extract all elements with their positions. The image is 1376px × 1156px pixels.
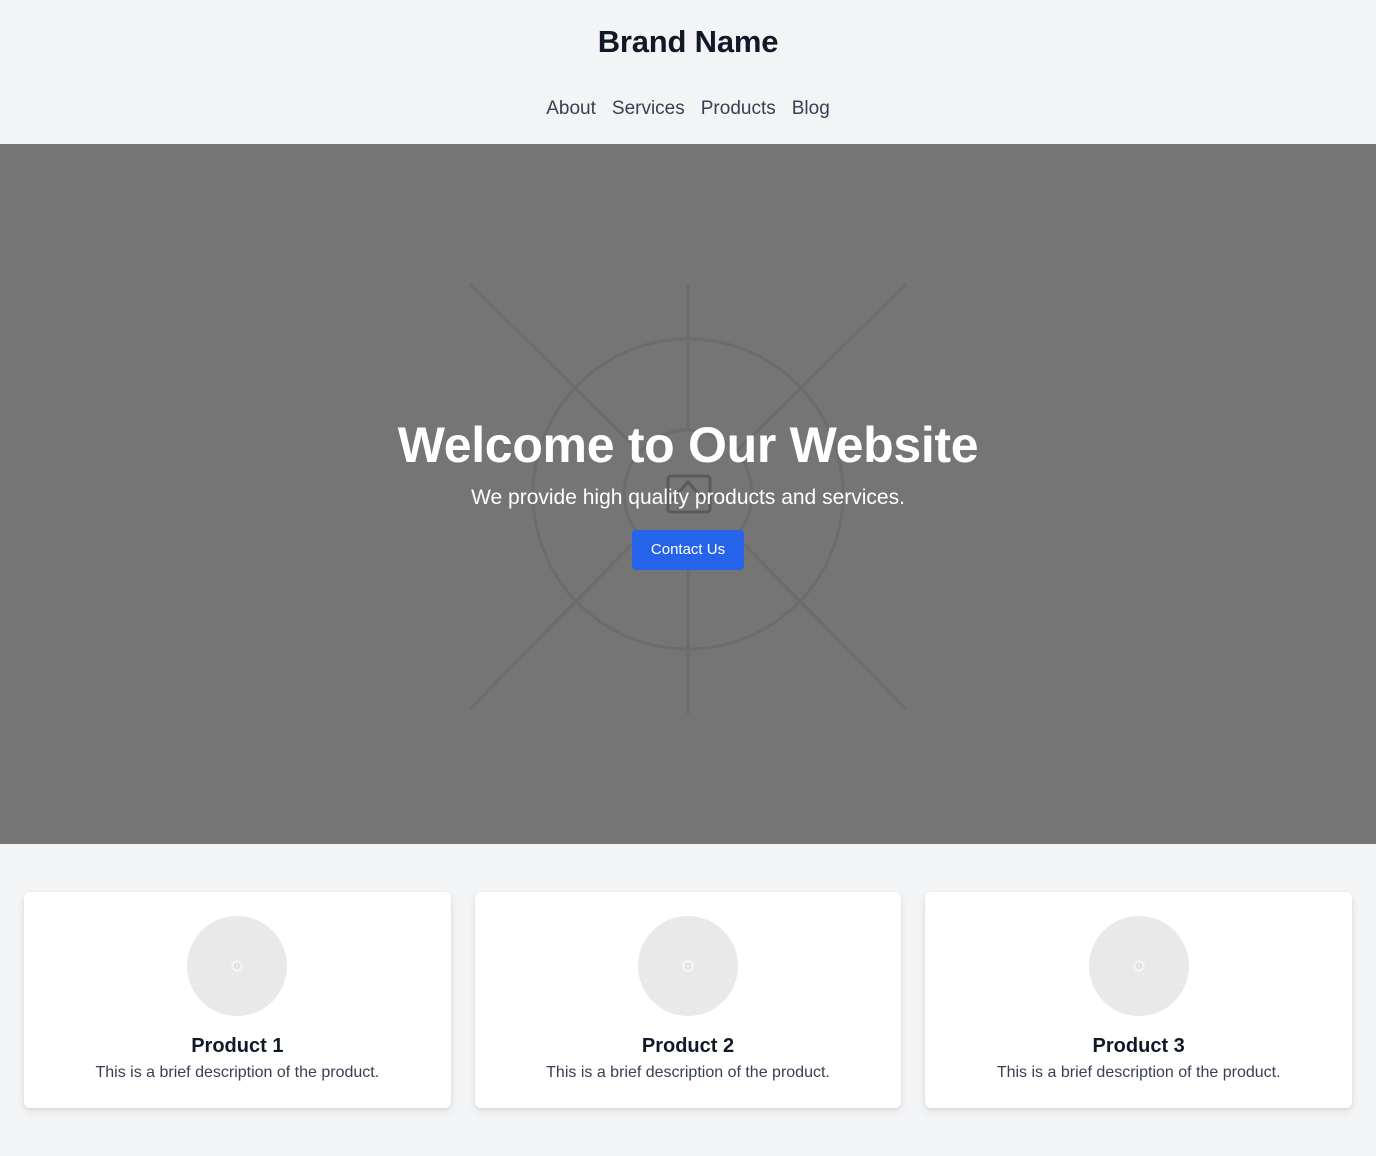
- site-header: Brand Name About Services Products Blog: [0, 0, 1376, 144]
- product-name: Product 3: [1092, 1035, 1185, 1057]
- image-placeholder-icon: [682, 960, 694, 972]
- product-card[interactable]: Product 3 This is a brief description of…: [925, 892, 1353, 1108]
- product-card[interactable]: Product 2 This is a brief description of…: [474, 892, 902, 1108]
- hero-title: Welcome to Our Website: [397, 417, 979, 473]
- hero-content: Welcome to Our Website We provide high q…: [0, 414, 1376, 570]
- product-image: [187, 916, 288, 1016]
- product-description: This is a brief description of the produ…: [996, 1064, 1281, 1081]
- products-section: Product 1 This is a brief description of…: [0, 844, 1376, 1108]
- product-card[interactable]: Product 1 This is a brief description of…: [24, 892, 451, 1108]
- product-image: [638, 916, 738, 1016]
- contact-us-button[interactable]: Contact Us: [631, 530, 745, 570]
- product-description: This is a brief description of the produ…: [95, 1064, 380, 1081]
- product-name: Product 1: [191, 1035, 284, 1057]
- nav-link-products[interactable]: Products: [701, 96, 776, 122]
- nav-link-about[interactable]: About: [546, 96, 596, 122]
- nav-link-services[interactable]: Services: [612, 96, 685, 122]
- nav-link-blog[interactable]: Blog: [792, 96, 830, 122]
- hero-subtitle: We provide high quality products and ser…: [471, 486, 905, 509]
- brand-name[interactable]: Brand Name: [0, 0, 1376, 62]
- hero-section: Welcome to Our Website We provide high q…: [0, 144, 1376, 844]
- product-image: [1088, 916, 1189, 1016]
- product-description: This is a brief description of the produ…: [546, 1064, 830, 1081]
- product-name: Product 2: [641, 1035, 735, 1057]
- image-placeholder-icon: [1132, 960, 1145, 972]
- image-placeholder-icon: [231, 960, 244, 972]
- main-nav: About Services Products Blog: [0, 96, 1376, 122]
